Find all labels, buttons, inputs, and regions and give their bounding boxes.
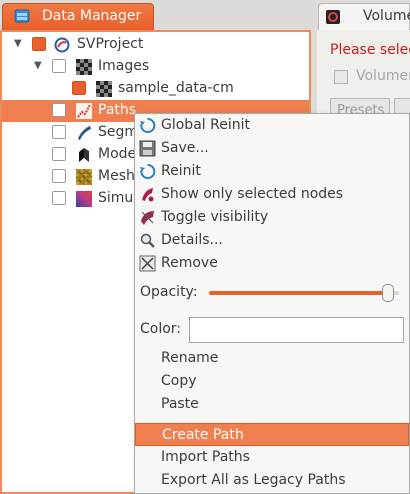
project-icon: [54, 37, 70, 53]
tree-item-images[interactable]: ▼ Images: [2, 56, 309, 78]
global-reinit-label: Global Reinit: [161, 117, 250, 133]
simulations-icon: [76, 191, 92, 207]
menu-item-create-path[interactable]: Create Path: [135, 423, 409, 446]
images-label: Images: [98, 58, 150, 74]
reinit-icon: [140, 163, 156, 179]
data-manager-icon: [14, 9, 30, 23]
tab-data-manager[interactable]: Data Manager: [2, 3, 154, 30]
tab-volume[interactable]: Volume: [318, 3, 410, 30]
segmentations-label: Segm: [98, 124, 139, 140]
menu-item-details[interactable]: Details...: [135, 229, 409, 252]
menu-item-show-selected[interactable]: Show only selected nodes: [135, 183, 409, 206]
models-icon: [79, 148, 89, 162]
expand-arrow-icon[interactable]: ▼: [34, 60, 42, 71]
rename-label: Rename: [161, 350, 219, 366]
tree-item-image-sample[interactable]: sample_data-cm: [2, 78, 309, 100]
models-checkbox[interactable]: [52, 147, 66, 161]
tree-item-project[interactable]: ▼ SVProject: [2, 34, 309, 56]
details-icon: [140, 233, 155, 248]
paths-checkbox[interactable]: [52, 103, 66, 117]
models-label: Mode: [98, 146, 137, 162]
global-reinit-icon: [140, 117, 156, 133]
image-icon: [96, 81, 112, 97]
meshes-checkbox[interactable]: [52, 169, 66, 183]
project-label: SVProject: [77, 36, 144, 52]
volume-icon: [326, 10, 340, 24]
volume-render-label: Volumer: [356, 68, 410, 84]
paths-label: Paths: [98, 102, 137, 118]
toggle-visibility-icon: [141, 211, 154, 225]
menu-item-export-legacy[interactable]: Export All as Legacy Paths: [135, 469, 409, 492]
remove-label: Remove: [161, 255, 218, 271]
paste-label: Paste: [161, 396, 199, 412]
volume-render-checkbox[interactable]: [334, 70, 348, 84]
expand-arrow-icon[interactable]: ▼: [14, 38, 22, 49]
details-label: Details...: [161, 232, 223, 248]
opacity-slider-handle[interactable]: [381, 284, 394, 302]
tab-volume-label: Volume: [363, 8, 410, 24]
show-selected-icon: [142, 188, 154, 202]
reinit-label: Reinit: [161, 163, 201, 179]
color-field[interactable]: [189, 317, 404, 343]
menu-item-copy[interactable]: Copy: [135, 370, 409, 393]
menu-item-rename[interactable]: Rename: [135, 347, 409, 370]
image-sample-label: sample_data-cm: [118, 80, 234, 96]
opacity-slider[interactable]: [209, 291, 399, 295]
segmentations-icon: [78, 126, 91, 140]
menu-item-save[interactable]: Save...: [135, 137, 409, 160]
simulations-checkbox[interactable]: [52, 191, 66, 205]
context-menu: Global Reinit Save... Reinit Show only s…: [134, 113, 410, 494]
color-label: Color:: [140, 321, 182, 337]
menu-item-reinit[interactable]: Reinit: [135, 160, 409, 183]
import-paths-label: Import Paths: [161, 449, 250, 465]
export-legacy-label: Export All as Legacy Paths: [161, 472, 346, 488]
simulations-label: Simul: [98, 190, 138, 206]
menu-item-toggle-visibility[interactable]: Toggle visibility: [135, 206, 409, 229]
toggle-visibility-label: Toggle visibility: [161, 209, 269, 225]
create-path-label: Create Path: [162, 427, 244, 443]
show-selected-label: Show only selected nodes: [161, 186, 344, 202]
copy-label: Copy: [161, 373, 197, 389]
selection-warning: Please selec: [330, 42, 410, 58]
segmentations-checkbox[interactable]: [52, 125, 66, 139]
remove-icon: [139, 255, 156, 272]
images-checkbox[interactable]: [52, 59, 66, 73]
menu-item-remove[interactable]: Remove: [135, 252, 409, 275]
menu-item-global-reinit[interactable]: Global Reinit: [135, 114, 409, 137]
save-label: Save...: [161, 140, 209, 156]
meshes-icon: [76, 169, 92, 185]
save-icon: [139, 140, 156, 157]
image-sample-checkbox[interactable]: [72, 81, 86, 95]
opacity-label: Opacity:: [140, 284, 198, 300]
paths-icon: [76, 103, 92, 119]
image-folder-icon: [76, 59, 92, 75]
tab-data-manager-label: Data Manager: [42, 8, 142, 24]
menu-item-paste[interactable]: Paste: [135, 393, 409, 416]
tab-bar: Data Manager Volume: [0, 0, 410, 30]
project-checkbox[interactable]: [32, 37, 46, 51]
menu-item-import-paths[interactable]: Import Paths: [135, 446, 409, 469]
